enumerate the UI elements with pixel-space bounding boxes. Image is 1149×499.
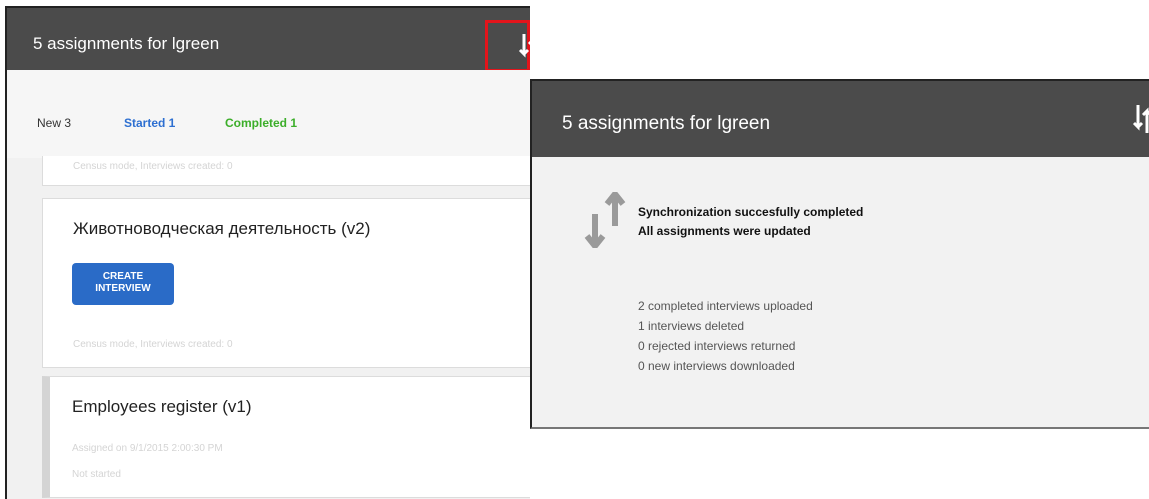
create-interview-label-2: INTERVIEW xyxy=(95,283,151,294)
sync-stat-deleted: 1 interviews deleted xyxy=(638,319,745,333)
sync-status-title: Synchronization succesfully completed xyxy=(638,205,864,219)
sync-arrows-icon[interactable] xyxy=(1132,103,1149,135)
card-meta: Census mode, Interviews created: 0 xyxy=(73,339,233,350)
create-interview-button[interactable]: CREATE INTERVIEW xyxy=(72,263,174,305)
assignment-tabs: New 3 Started 1 Completed 1 xyxy=(7,70,530,158)
sync-button[interactable] xyxy=(485,20,530,72)
card-assigned-date: Assigned on 9/1/2015 2:00:30 PM xyxy=(72,443,223,454)
card-status: Not started xyxy=(72,469,121,480)
sync-stat-uploaded: 2 completed interviews uploaded xyxy=(638,299,813,313)
sync-status-subtitle: All assignments were updated xyxy=(638,224,811,238)
create-interview-label-1: CREATE xyxy=(102,271,144,282)
sync-arrows-icon xyxy=(584,192,626,248)
app-header: 5 assignments for lgreen xyxy=(532,81,1149,157)
sync-arrows-icon xyxy=(518,34,530,58)
assignment-card: Employees register (v1) Assigned on 9/1/… xyxy=(42,376,530,498)
assignments-screen-left: 5 assignments for lgreen New 3 Started 1… xyxy=(5,6,530,499)
tab-new[interactable]: New 3 xyxy=(37,116,71,130)
assignment-card: Census mode, Interviews created: 0 xyxy=(42,156,530,186)
assignments-screen-right: 5 assignments for lgreen Synchronization… xyxy=(530,79,1149,429)
card-title: Животноводческая деятельность (v2) xyxy=(73,219,371,238)
app-header: 5 assignments for lgreen xyxy=(7,8,530,72)
card-title: Employees register (v1) xyxy=(72,397,252,416)
sync-stat-downloaded: 0 new interviews downloaded xyxy=(638,359,795,373)
tab-completed[interactable]: Completed 1 xyxy=(225,116,297,130)
header-title: 5 assignments for lgreen xyxy=(33,34,220,53)
tab-started[interactable]: Started 1 xyxy=(124,116,175,130)
header-title: 5 assignments for lgreen xyxy=(562,113,771,134)
assignment-card: Животноводческая деятельность (v2) CREAT… xyxy=(42,198,530,368)
sync-stat-rejected: 0 rejected interviews returned xyxy=(638,339,796,353)
card-meta: Census mode, Interviews created: 0 xyxy=(73,161,233,172)
sync-result-panel: Synchronization succesfully completed Al… xyxy=(532,157,1149,427)
